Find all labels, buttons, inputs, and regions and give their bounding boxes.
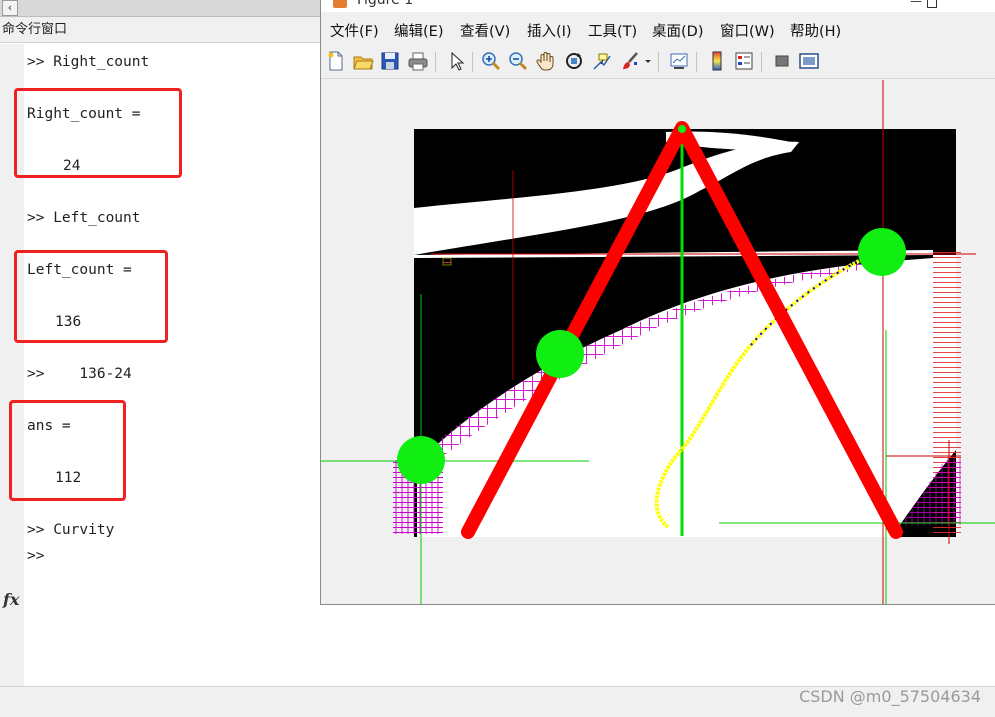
pan-hand-icon[interactable] [535,50,557,72]
toolbar-separator [472,52,473,72]
menu-edit[interactable]: 编辑(E) [394,20,443,41]
new-figure-icon[interactable] [325,50,347,72]
plot-axes[interactable] [321,80,995,604]
toolbar-separator [658,52,659,72]
green-dot-right [858,228,906,276]
open-file-icon[interactable] [352,50,374,72]
legend-icon[interactable] [733,50,755,72]
print-icon[interactable] [407,50,429,72]
toolbar-separator [696,52,697,72]
save-icon[interactable] [379,50,401,72]
highlight-box-left-count [14,250,168,343]
select-arrow-icon[interactable] [445,50,467,72]
zoom-out-icon[interactable] [507,50,529,72]
command-window-title: 命令行窗口 [0,17,320,43]
highlight-box-ans [9,400,126,501]
show-plot-tools-icon[interactable] [798,50,820,72]
marker-small [442,257,452,266]
brush-icon[interactable] [619,50,641,72]
menu-tools[interactable]: 工具(T) [588,20,637,41]
command-line: >> Left_count [27,210,141,226]
colorbar-icon[interactable] [706,50,728,72]
zoom-in-icon[interactable] [480,50,502,72]
command-prompt[interactable]: >> [27,547,44,565]
menu-bar: 文件(F) 编辑(E) 查看(V) 插入(I) 工具(T) 桌面(D) 窗口(W… [321,14,995,44]
hide-plot-tools-icon[interactable] [771,50,793,72]
command-line: >> Right_count [27,54,150,70]
menu-view[interactable]: 查看(V) [460,20,510,41]
figure-app-icon [333,0,347,8]
command-line: >> Curvity [27,522,115,538]
figure-toolbar [321,44,995,79]
back-icon[interactable]: ‹ [2,0,18,16]
figure-canvas[interactable] [321,80,995,604]
menu-desktop[interactable]: 桌面(D) [652,20,703,41]
toolbar-separator [761,52,762,72]
fx-icon[interactable]: fx [3,590,19,609]
toolbar-separator [435,52,436,72]
data-cursor-icon[interactable] [591,50,613,72]
figure-titlebar[interactable]: Figure 1 — [321,0,995,12]
command-line: >> 136-24 [27,366,132,382]
chevron-down-icon[interactable] [643,50,653,72]
green-dot-left [397,436,445,484]
figure-window[interactable]: Figure 1 — 文件(F) 编辑(E) 查看(V) 插入(I) 工具(T)… [320,0,995,605]
minimize-icon[interactable]: — [909,0,923,7]
command-window-topbar: ‹ [0,0,320,17]
menu-file[interactable]: 文件(F) [330,20,379,41]
highlight-box-right-count [14,88,182,178]
menu-window[interactable]: 窗口(W) [720,20,775,41]
watermark: CSDN @m0_57504634 [799,687,981,706]
menu-help[interactable]: 帮助(H) [790,20,841,41]
maximize-icon[interactable] [927,0,937,8]
green-dot-apex [678,125,686,133]
link-plot-icon[interactable] [668,50,690,72]
figure-title: Figure 1 [357,0,414,8]
green-dot-middle [536,330,584,378]
menu-insert[interactable]: 插入(I) [527,20,572,41]
rotate-3d-icon[interactable] [563,50,585,72]
